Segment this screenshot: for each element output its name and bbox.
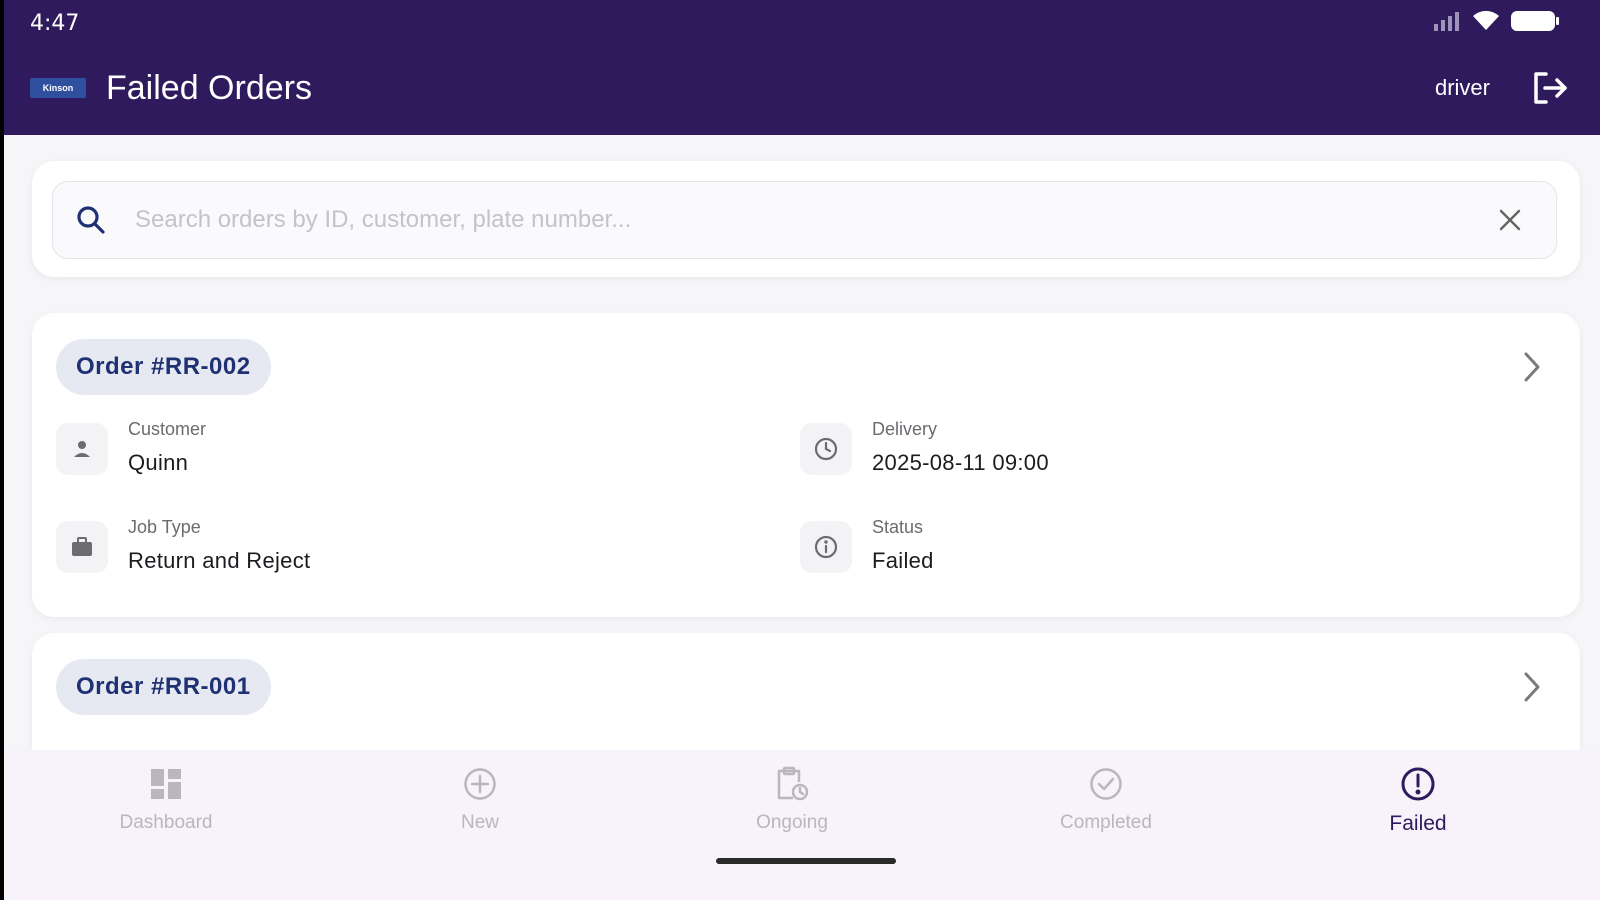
order-id-chip: Order #RR-002	[56, 339, 271, 395]
bottom-navigation: Dashboard New Ongoing Completed Failed	[4, 750, 1600, 900]
clipboard-clock-icon	[772, 764, 812, 804]
status-bar: 4:47	[30, 8, 1560, 38]
info-icon	[800, 521, 852, 573]
job-type-field: Job Type Return and Reject	[56, 517, 310, 574]
app-bar: 4:47 Kinson Failed Orders driver	[4, 0, 1600, 135]
logout-button[interactable]	[1530, 68, 1570, 108]
logout-icon	[1534, 72, 1567, 104]
job-type-label: Job Type	[128, 517, 201, 537]
nav-label: Failed	[1389, 812, 1447, 835]
delivery-value: 2025-08-11 09:00	[872, 450, 1049, 475]
status-time: 4:47	[30, 10, 80, 36]
content-area: Order #RR-002 Customer Quinn Delivery 20…	[4, 135, 1600, 750]
status-field: Status Failed	[800, 517, 934, 574]
title-row: Kinson Failed Orders driver	[30, 62, 1570, 114]
person-icon	[56, 423, 108, 475]
clock-icon	[800, 423, 852, 475]
nav-item-dashboard[interactable]: Dashboard	[86, 764, 246, 844]
customer-field: Customer Quinn	[56, 419, 206, 476]
customer-value: Quinn	[128, 450, 189, 475]
delivery-label: Delivery	[872, 419, 938, 439]
wifi-icon	[1472, 10, 1500, 37]
home-indicator[interactable]	[716, 858, 896, 864]
user-name: driver	[1434, 75, 1490, 100]
search-card	[32, 161, 1580, 277]
nav-item-ongoing[interactable]: Ongoing	[712, 764, 872, 844]
nav-label: Completed	[1060, 812, 1152, 833]
chevron-right-icon[interactable]	[1514, 669, 1550, 705]
status-value: Failed	[872, 548, 934, 573]
app-logo: Kinson	[30, 78, 86, 98]
search-box[interactable]	[52, 181, 1557, 259]
job-type-value: Return and Reject	[128, 548, 311, 573]
page-title: Failed Orders	[106, 68, 312, 107]
add-circle-icon	[460, 764, 500, 804]
search-input[interactable]	[135, 206, 1490, 234]
battery-icon	[1510, 9, 1560, 38]
order-card[interactable]: Order #RR-001	[32, 633, 1580, 750]
nav-label: Ongoing	[756, 812, 828, 833]
chevron-right-icon[interactable]	[1514, 349, 1550, 385]
search-icon	[75, 204, 107, 236]
close-icon	[1499, 209, 1521, 231]
nav-item-new[interactable]: New	[400, 764, 560, 844]
dashboard-icon	[146, 764, 186, 804]
customer-label: Customer	[128, 419, 207, 439]
nav-item-completed[interactable]: Completed	[1026, 764, 1186, 844]
order-id-chip: Order #RR-001	[56, 659, 271, 715]
status-label: Status	[872, 517, 924, 537]
nav-label: Dashboard	[119, 812, 213, 833]
check-circle-icon	[1086, 764, 1126, 804]
delivery-field: Delivery 2025-08-11 09:00	[800, 419, 1049, 476]
nav-item-failed[interactable]: Failed	[1338, 764, 1498, 844]
status-icons	[1432, 9, 1560, 38]
signal-icon	[1432, 10, 1462, 37]
order-card[interactable]: Order #RR-002 Customer Quinn Delivery 20…	[32, 313, 1580, 617]
nav-label: New	[460, 812, 499, 833]
briefcase-icon	[56, 521, 108, 573]
error-circle-icon	[1398, 764, 1438, 804]
clear-search-button[interactable]	[1490, 200, 1530, 240]
